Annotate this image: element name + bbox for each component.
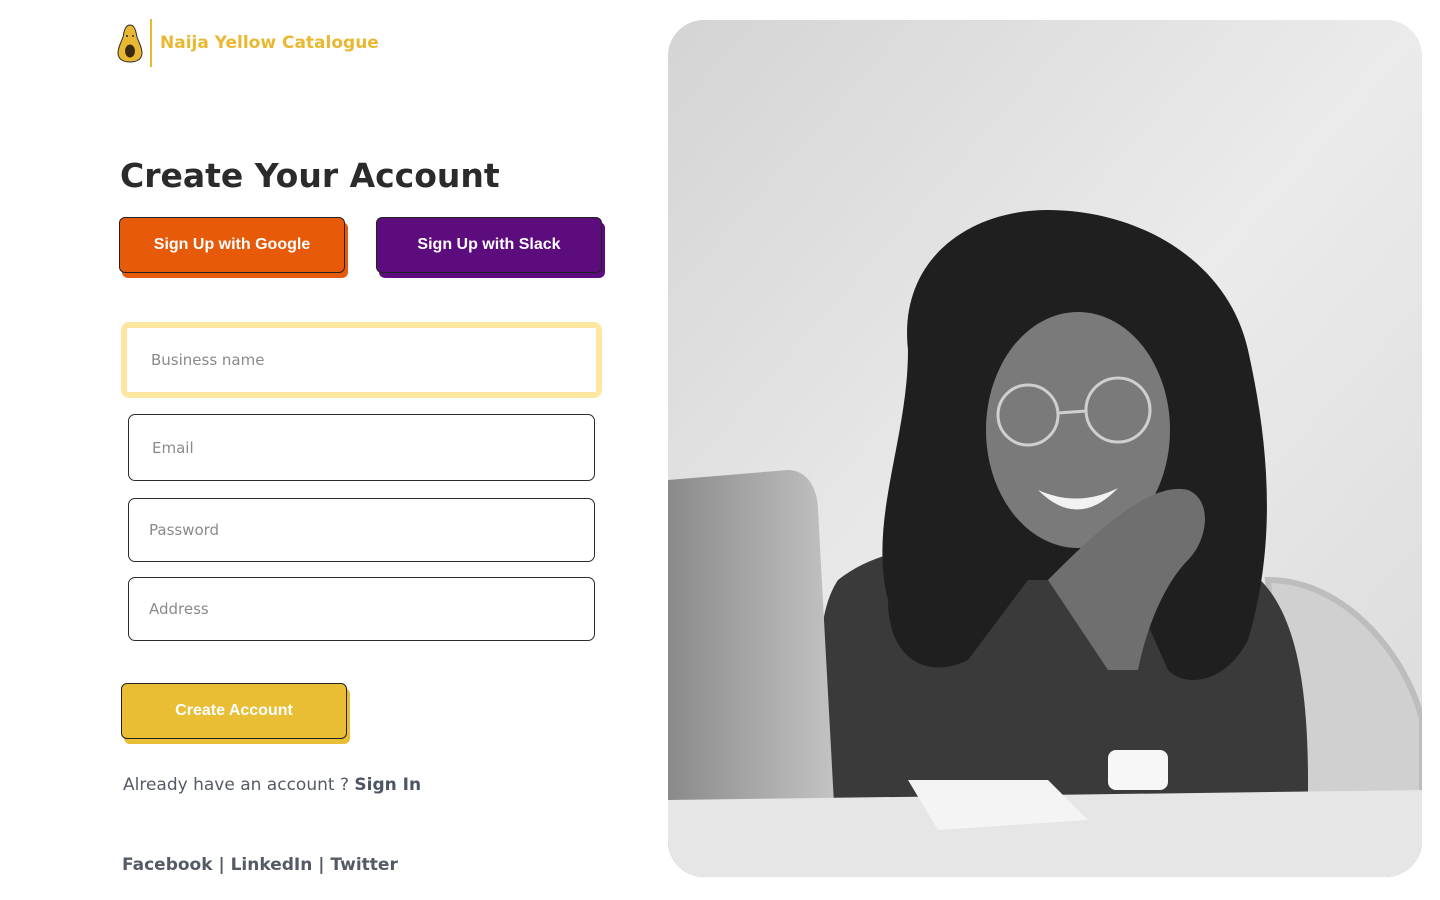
brand-name: Naija Yellow Catalogue — [160, 33, 379, 53]
page-title: Create Your Account — [120, 156, 500, 195]
signin-prompt-text: Already have an account ? — [123, 775, 349, 795]
facebook-link[interactable]: Facebook — [122, 855, 213, 875]
woman-with-laptop-illustration — [668, 20, 1422, 877]
sign-up-slack-button[interactable]: Sign Up with Slack — [376, 217, 602, 273]
sign-in-link[interactable]: Sign In — [354, 775, 421, 795]
address-input[interactable] — [128, 577, 595, 641]
hero-photo — [668, 20, 1422, 877]
avocado-icon — [117, 24, 143, 63]
social-links: Facebook | LinkedIn | Twitter — [122, 855, 398, 875]
business-name-input[interactable] — [127, 328, 596, 392]
twitter-link[interactable]: Twitter — [330, 855, 397, 875]
social-separator: | — [218, 855, 225, 875]
logo-divider — [150, 19, 152, 67]
password-input[interactable] — [128, 498, 595, 562]
create-account-button[interactable]: Create Account — [121, 683, 347, 739]
email-input[interactable] — [128, 414, 595, 481]
signin-prompt: Already have an account ? Sign In — [123, 775, 421, 795]
sign-up-google-button[interactable]: Sign Up with Google — [119, 217, 345, 273]
linkedin-link[interactable]: LinkedIn — [231, 855, 313, 875]
social-separator: | — [318, 855, 325, 875]
brand-logo[interactable]: Naija Yellow Catalogue — [116, 18, 379, 68]
